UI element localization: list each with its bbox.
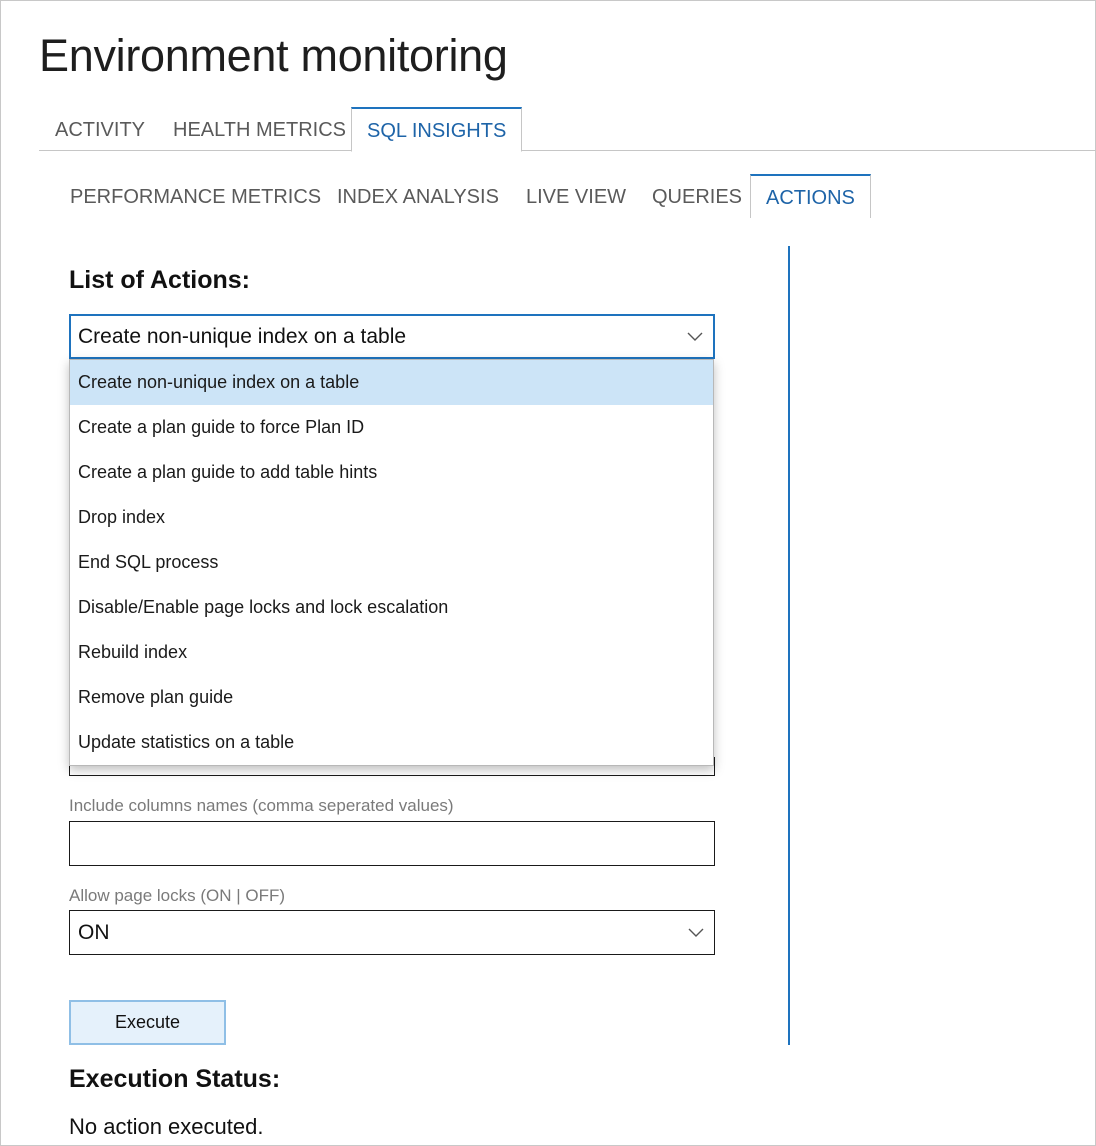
execute-button[interactable]: Execute (69, 1000, 226, 1045)
include-columns-input[interactable] (69, 821, 715, 866)
allow-page-locks-select[interactable]: ON (69, 910, 715, 955)
tab-activity[interactable]: ACTIVITY (55, 107, 145, 151)
dropdown-option[interactable]: Create a plan guide to force Plan ID (70, 405, 713, 450)
actions-select-value: Create non-unique index on a table (78, 325, 407, 348)
page-title: Environment monitoring (39, 30, 508, 81)
tab-health-metrics[interactable]: HEALTH METRICS (173, 107, 346, 151)
execution-status-heading: Execution Status: (69, 1065, 281, 1093)
primary-tab-bar: ACTIVITY HEALTH METRICS SQL INSIGHTS (39, 107, 1096, 152)
chevron-down-icon (688, 911, 704, 954)
chevron-down-icon (687, 316, 703, 357)
tab-queries[interactable]: QUERIES (652, 174, 742, 218)
dropdown-option[interactable]: Remove plan guide (70, 675, 713, 720)
tab-actions[interactable]: ACTIONS (750, 174, 871, 218)
actions-dropdown-list: Create non-unique index on a table Creat… (69, 359, 714, 766)
actions-select[interactable]: Create non-unique index on a table (69, 314, 715, 359)
tab-index-analysis[interactable]: INDEX ANALYSIS (337, 174, 499, 218)
vertical-separator (788, 246, 790, 1045)
dropdown-option[interactable]: End SQL process (70, 540, 713, 585)
dropdown-option[interactable]: Disable/Enable page locks and lock escal… (70, 585, 713, 630)
dropdown-option[interactable]: Create a plan guide to add table hints (70, 450, 713, 495)
dropdown-option[interactable]: Rebuild index (70, 630, 713, 675)
tab-live-view[interactable]: LIVE VIEW (526, 174, 626, 218)
secondary-tab-bar: PERFORMANCE METRICS INDEX ANALYSIS LIVE … (0, 174, 1096, 218)
dropdown-option[interactable]: Update statistics on a table (70, 720, 713, 765)
tab-performance-metrics[interactable]: PERFORMANCE METRICS (70, 174, 321, 218)
execution-status-text: No action executed. (69, 1114, 264, 1139)
actions-heading: List of Actions: (69, 266, 251, 294)
allow-page-locks-label: Allow page locks (ON | OFF) (69, 886, 286, 905)
dropdown-option[interactable]: Drop index (70, 495, 713, 540)
include-columns-label: Include columns names (comma seperated v… (69, 796, 454, 815)
dropdown-option[interactable]: Create non-unique index on a table (70, 360, 713, 405)
allow-page-locks-value: ON (78, 921, 110, 944)
tab-sql-insights[interactable]: SQL INSIGHTS (351, 107, 523, 152)
